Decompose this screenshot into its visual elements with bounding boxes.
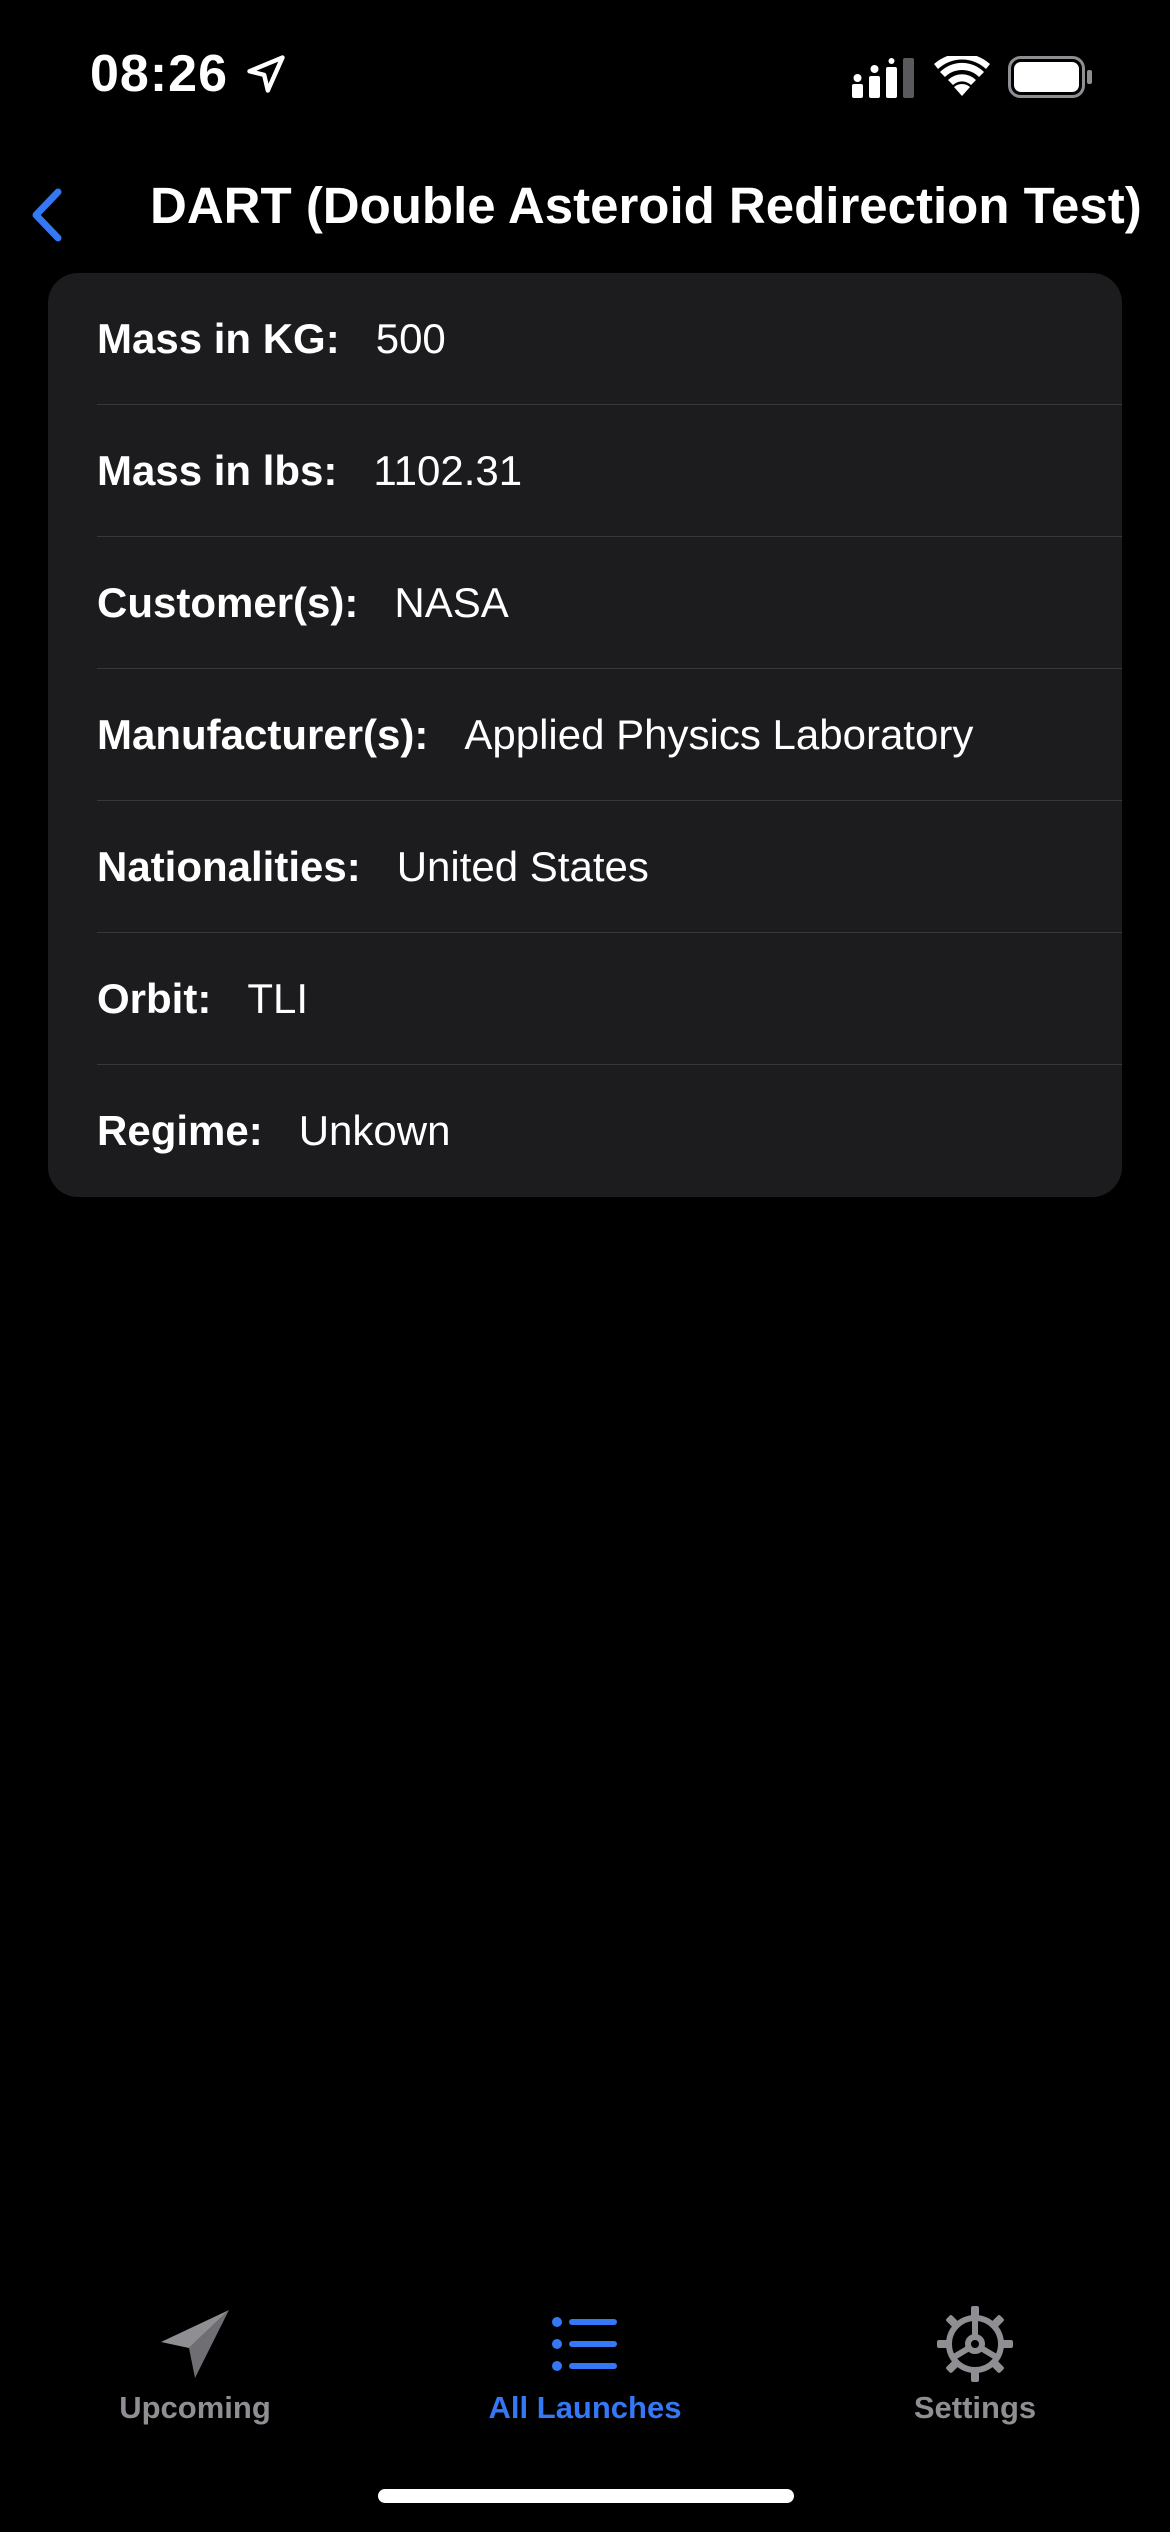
detail-row-orbit: Orbit: TLI [48,933,1122,1065]
detail-row-mass-kg: Mass in KG: 500 [48,273,1122,405]
tab-upcoming[interactable]: Upcoming [0,2280,390,2425]
back-chevron-icon[interactable] [18,180,78,250]
tab-all-launches[interactable]: All Launches [390,2280,780,2425]
tab-label: All Launches [488,2390,682,2425]
home-indicator [378,2489,794,2503]
tab-settings[interactable]: Settings [780,2280,1170,2425]
detail-label: Customer(s): [97,579,359,626]
location-arrow-icon [247,55,285,93]
detail-label: Nationalities: [97,843,361,890]
detail-value: Applied Physics Laboratory [464,711,974,758]
details-card: Mass in KG: 500 Mass in lbs: 1102.31 Cus… [48,273,1122,1197]
detail-row-manufacturers: Manufacturer(s): Applied Physics Laborat… [48,669,1122,801]
cellular-signal-icon [852,58,914,98]
detail-label: Orbit: [97,975,212,1022]
detail-value: 500 [375,315,446,362]
battery-icon [1008,56,1092,98]
tab-label: Settings [913,2390,1037,2425]
status-bar: 08:26 [0,0,1170,150]
detail-label: Mass in KG: [97,315,340,362]
detail-row-customers: Customer(s): NASA [48,537,1122,669]
list-icon [552,2317,617,2371]
detail-value: United States [396,843,649,890]
gear-icon [937,2306,1013,2382]
wifi-icon [934,56,990,96]
detail-value: Unkown [298,1107,451,1154]
detail-label: Regime: [97,1107,263,1154]
detail-row-nationalities: Nationalities: United States [48,801,1122,933]
detail-label: Manufacturer(s): [97,711,429,758]
detail-row-regime: Regime: Unkown [48,1065,1122,1197]
navigation-bar: DART (Double Asteroid Redirection Test) [0,150,1170,270]
status-time: 08:26 [90,45,228,103]
detail-value: TLI [247,975,308,1022]
detail-value: NASA [394,579,509,626]
paper-plane-icon [161,2310,229,2378]
tab-label: Upcoming [119,2390,271,2425]
detail-value: 1102.31 [373,447,523,494]
page-title: DART (Double Asteroid Redirection Test) [150,177,1142,234]
detail-row-mass-lbs: Mass in lbs: 1102.31 [48,405,1122,537]
detail-label: Mass in lbs: [97,447,338,494]
